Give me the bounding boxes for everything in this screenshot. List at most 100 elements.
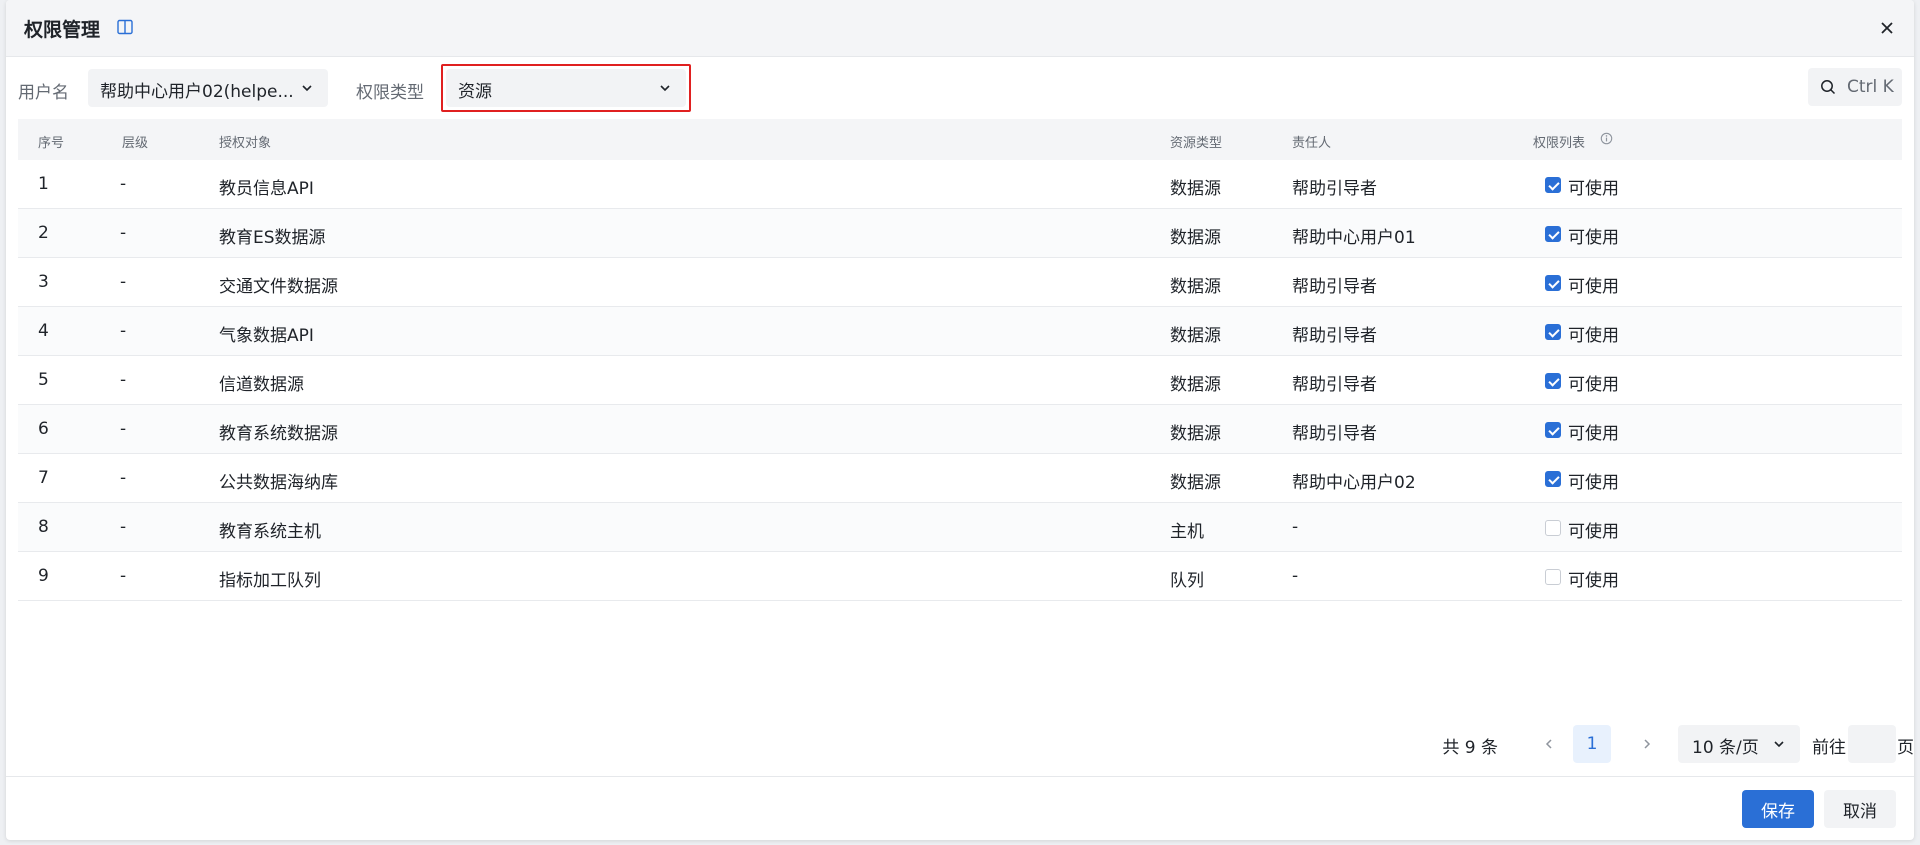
row-level: -	[120, 468, 127, 488]
row-owner: 帮助引导者	[1292, 375, 1377, 395]
row-owner: 帮助引导者	[1292, 424, 1377, 444]
table-row: 3 - 交通文件数据源 数据源 帮助引导者 可使用	[18, 258, 1902, 307]
row-object: 教育ES数据源	[219, 228, 326, 248]
dialog-footer: 保存 取消	[6, 776, 1914, 840]
row-level: -	[120, 419, 127, 439]
chevron-down-icon	[660, 85, 670, 92]
row-object: 教育系统数据源	[219, 424, 338, 444]
prev-page-button[interactable]	[1530, 725, 1568, 763]
row-resource-type: 数据源	[1170, 277, 1221, 297]
save-button[interactable]: 保存	[1742, 790, 1814, 828]
col-no: 序号	[38, 136, 65, 151]
permission-checkbox[interactable]	[1545, 177, 1561, 193]
permission-checkbox[interactable]	[1545, 520, 1561, 536]
row-number: 3	[38, 272, 49, 292]
search-icon	[1821, 80, 1836, 95]
row-number: 4	[38, 321, 49, 341]
row-object: 信道数据源	[219, 375, 304, 395]
row-level: -	[120, 272, 127, 292]
row-resource-type: 数据源	[1170, 375, 1221, 395]
row-level: -	[120, 370, 127, 390]
page-size-select[interactable]: 10 条/页	[1678, 725, 1800, 763]
row-permission-label: 可使用	[1568, 375, 1619, 395]
row-permission-label: 可使用	[1568, 571, 1619, 591]
dialog-title: 权限管理	[24, 19, 101, 41]
next-page-button[interactable]	[1628, 725, 1666, 763]
row-object: 教员信息API	[219, 179, 314, 199]
row-resource-type: 数据源	[1170, 228, 1221, 248]
page-1-button[interactable]: 1	[1573, 725, 1611, 763]
close-icon[interactable]	[1878, 19, 1896, 37]
permission-checkbox[interactable]	[1545, 471, 1561, 487]
row-object: 气象数据API	[219, 326, 314, 346]
table-row: 8 - 教育系统主机 主机 - 可使用	[18, 503, 1902, 552]
table-row: 4 - 气象数据API 数据源 帮助引导者 可使用	[18, 307, 1902, 356]
row-object: 交通文件数据源	[219, 277, 338, 297]
table-row: 1 - 教员信息API 数据源 帮助引导者 可使用	[18, 160, 1902, 209]
page-suffix: 页	[1897, 738, 1914, 758]
chevron-right-icon	[1644, 739, 1651, 749]
permission-checkbox[interactable]	[1545, 422, 1561, 438]
table-body: 1- 教员信息API 数据源 帮助引导者 可使用 2- 教育ES数据源 数据源 帮助中心用户01…	[18, 160, 1902, 601]
row-resource-type: 队列	[1170, 571, 1204, 591]
permission-type-select[interactable]: 资源	[446, 69, 686, 107]
permission-checkbox[interactable]	[1545, 373, 1561, 389]
col-object: 授权对象	[219, 136, 272, 151]
permission-checkbox[interactable]	[1545, 226, 1561, 242]
row-level: -	[120, 223, 127, 243]
row-permission-label: 可使用	[1568, 522, 1619, 542]
row-resource-type: 数据源	[1170, 424, 1221, 444]
row-object: 教育系统主机	[219, 522, 321, 542]
row-object: 指标加工队列	[219, 571, 321, 591]
row-resource-type: 数据源	[1170, 179, 1221, 199]
goto-page-input[interactable]	[1848, 725, 1896, 763]
row-owner: 帮助引导者	[1292, 326, 1377, 346]
row-permission-label: 可使用	[1568, 179, 1619, 199]
col-owner: 责任人	[1292, 136, 1332, 151]
permission-table: 序号 层级 授权对象 资源类型 责任人 权限列表 1- 教员信息API 数据源 帮助引…	[18, 119, 1902, 601]
permission-type-value: 资源	[458, 82, 492, 102]
table-row: 2 - 教育ES数据源 数据源 帮助中心用户01 可使用	[18, 209, 1902, 258]
table-header: 序号 层级 授权对象 资源类型 责任人 权限列表	[18, 119, 1902, 160]
row-owner: 帮助引导者	[1292, 179, 1377, 199]
row-number: 5	[38, 370, 49, 390]
row-permission-label: 可使用	[1568, 228, 1619, 248]
row-permission-label: 可使用	[1568, 277, 1619, 297]
row-resource-type: 主机	[1170, 522, 1204, 542]
table-row: 7 - 公共数据海纳库 数据源 帮助中心用户02 可使用	[18, 454, 1902, 503]
row-resource-type: 数据源	[1170, 326, 1221, 346]
permission-type-label: 权限类型	[356, 83, 424, 103]
row-number: 8	[38, 517, 49, 537]
row-level: -	[120, 174, 127, 194]
chevron-down-icon	[302, 85, 312, 92]
permission-checkbox[interactable]	[1545, 275, 1561, 291]
total-count: 共 9 条	[1442, 738, 1498, 758]
info-icon[interactable]	[1600, 132, 1613, 145]
row-number: 2	[38, 223, 49, 243]
row-owner: 帮助中心用户01	[1292, 228, 1416, 248]
row-permission-label: 可使用	[1568, 326, 1619, 346]
book-icon[interactable]	[116, 18, 134, 36]
row-object: 公共数据海纳库	[219, 473, 338, 493]
cancel-button[interactable]: 取消	[1824, 790, 1896, 828]
row-owner: -	[1292, 566, 1299, 586]
username-value: 帮助中心用户02(helpe...	[100, 82, 294, 102]
row-level: -	[120, 517, 127, 537]
col-level: 层级	[122, 136, 149, 151]
username-select[interactable]: 帮助中心用户02(helpe...	[88, 69, 328, 107]
search-box[interactable]: Ctrl K	[1808, 68, 1902, 106]
table-row: 9 - 指标加工队列 队列 - 可使用	[18, 552, 1902, 601]
search-shortcut: Ctrl K	[1847, 77, 1894, 97]
chevron-down-icon	[1774, 741, 1784, 748]
chevron-left-icon	[1545, 739, 1552, 749]
permission-checkbox[interactable]	[1545, 324, 1561, 340]
dialog-header: 权限管理	[6, 0, 1914, 57]
row-owner: 帮助引导者	[1292, 277, 1377, 297]
permission-checkbox[interactable]	[1545, 569, 1561, 585]
col-resource-type: 资源类型	[1170, 136, 1223, 151]
row-permission-label: 可使用	[1568, 473, 1619, 493]
col-permission: 权限列表	[1533, 136, 1586, 151]
row-number: 7	[38, 468, 49, 488]
permission-dialog: 权限管理 用户名 帮助中心用户02(helpe... 权限类型 资源 Ctrl …	[6, 0, 1914, 840]
row-number: 1	[38, 174, 49, 194]
